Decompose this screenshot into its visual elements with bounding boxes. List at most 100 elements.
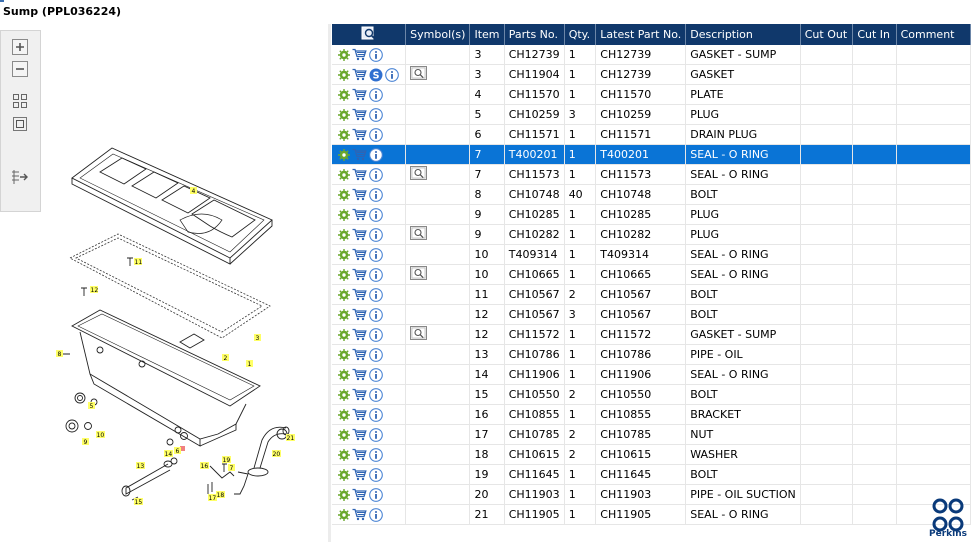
column-header-item[interactable]: Item: [469, 24, 505, 45]
table-row[interactable]: 6 CH11571 1 CH11571 DRAIN PLUG: [332, 124, 971, 145]
table-row[interactable]: 3 CH12739 1 CH12739 GASKET - SUMP: [332, 45, 971, 65]
fit-window-icon[interactable]: [11, 116, 29, 132]
table-row[interactable]: 12 CH11572 1 CH11572 GASKET - SUMP: [332, 324, 971, 345]
column-header-description[interactable]: Description: [685, 24, 801, 45]
info-icon[interactable]: [369, 247, 383, 262]
settings-gear-icon[interactable]: [338, 348, 350, 361]
settings-gear-icon[interactable]: [338, 308, 350, 321]
table-row[interactable]: 8 CH10748 40 CH10748 BOLT: [332, 184, 971, 205]
info-icon[interactable]: [369, 387, 383, 402]
cart-icon[interactable]: [352, 428, 367, 441]
info-icon[interactable]: [369, 107, 383, 122]
cart-icon[interactable]: [352, 348, 367, 361]
cart-icon[interactable]: [352, 368, 367, 381]
cart-icon[interactable]: [352, 288, 367, 301]
cart-icon[interactable]: [352, 48, 367, 61]
fit-all-icon[interactable]: [11, 93, 29, 109]
info-icon[interactable]: [369, 267, 383, 282]
info-icon[interactable]: [369, 347, 383, 362]
zoom-in-icon[interactable]: [11, 39, 29, 55]
info-icon[interactable]: [369, 427, 383, 442]
info-icon[interactable]: [369, 87, 383, 102]
table-row[interactable]: S 3 CH11904 1 CH12739 GASKET: [332, 64, 971, 85]
column-header-cut-in[interactable]: Cut In: [852, 24, 897, 45]
column-header-comment[interactable]: Comment: [896, 24, 971, 45]
settings-gear-icon[interactable]: [338, 188, 350, 201]
info-icon[interactable]: [369, 147, 383, 162]
info-icon[interactable]: [369, 367, 383, 382]
settings-gear-icon[interactable]: [338, 88, 350, 101]
column-header-parts-no[interactable]: Parts No.: [504, 24, 565, 45]
cart-icon[interactable]: [352, 88, 367, 101]
settings-gear-icon[interactable]: [338, 128, 350, 141]
cart-icon[interactable]: [352, 128, 367, 141]
table-row[interactable]: 5 CH10259 3 CH10259 PLUG: [332, 104, 971, 125]
table-row[interactable]: 4 CH11570 1 CH11570 PLATE: [332, 84, 971, 105]
supersession-s-icon[interactable]: S: [369, 68, 383, 82]
info-icon[interactable]: [385, 67, 399, 82]
panel-divider[interactable]: [328, 24, 331, 542]
table-row[interactable]: 9 CH10282 1 CH10282 PLUG: [332, 224, 971, 245]
cart-icon[interactable]: [352, 308, 367, 321]
cart-icon[interactable]: [352, 248, 367, 261]
info-icon[interactable]: [369, 327, 383, 342]
export-icon[interactable]: [11, 169, 29, 185]
cart-icon[interactable]: [352, 148, 367, 161]
column-header-cut-out[interactable]: Cut Out: [800, 24, 854, 45]
info-icon[interactable]: [369, 127, 383, 142]
zoom-out-icon[interactable]: [11, 61, 29, 77]
table-row[interactable]: 18 CH10615 2 CH10615 WASHER: [332, 444, 971, 465]
table-row[interactable]: 10 CH10665 1 CH10665 SEAL - O RING: [332, 264, 971, 285]
settings-gear-icon[interactable]: [338, 488, 350, 501]
settings-gear-icon[interactable]: [338, 208, 350, 221]
cart-icon[interactable]: [352, 388, 367, 401]
settings-gear-icon[interactable]: [338, 508, 350, 521]
settings-gear-icon[interactable]: [338, 288, 350, 301]
settings-gear-icon[interactable]: [338, 148, 350, 161]
filter-search-icon[interactable]: [361, 26, 377, 41]
settings-gear-icon[interactable]: [338, 388, 350, 401]
symbol-magnifier-icon[interactable]: [410, 166, 428, 180]
info-icon[interactable]: [369, 447, 383, 462]
cart-icon[interactable]: [352, 228, 367, 241]
cart-icon[interactable]: [352, 408, 367, 421]
settings-gear-icon[interactable]: [338, 48, 350, 61]
table-row[interactable]: 20 CH11903 1 CH11903 PIPE - OIL SUCTION: [332, 484, 971, 505]
settings-gear-icon[interactable]: [338, 248, 350, 261]
table-row[interactable]: 17 CH10785 2 CH10785 NUT: [332, 424, 971, 445]
symbol-magnifier-icon[interactable]: [410, 326, 428, 340]
table-row[interactable]: 15 CH10550 2 CH10550 BOLT: [332, 384, 971, 405]
table-row[interactable]: 11 CH10567 2 CH10567 BOLT: [332, 284, 971, 305]
info-icon[interactable]: [369, 187, 383, 202]
info-icon[interactable]: [369, 467, 383, 482]
table-row[interactable]: 14 CH11906 1 CH11906 SEAL - O RING: [332, 364, 971, 385]
settings-gear-icon[interactable]: [338, 268, 350, 281]
info-icon[interactable]: [369, 307, 383, 322]
symbol-magnifier-icon[interactable]: [410, 226, 428, 240]
table-row[interactable]: 16 CH10855 1 CH10855 BRACKET: [332, 404, 971, 425]
illustration-panel[interactable]: 4 11 12 2 3 1 8 5 6 9 10 14 13 16 19 7 1…: [0, 24, 328, 542]
cart-icon[interactable]: [352, 188, 367, 201]
settings-gear-icon[interactable]: [338, 168, 350, 181]
settings-gear-icon[interactable]: [338, 428, 350, 441]
cart-icon[interactable]: [352, 508, 367, 521]
cart-icon[interactable]: [352, 68, 367, 81]
table-row[interactable]: 21 CH11905 1 CH11905 SEAL - O RING: [332, 504, 971, 525]
settings-gear-icon[interactable]: [338, 368, 350, 381]
settings-gear-icon[interactable]: [338, 68, 350, 81]
cart-icon[interactable]: [352, 108, 367, 121]
table-row[interactable]: 7 CH11573 1 CH11573 SEAL - O RING: [332, 164, 971, 185]
info-icon[interactable]: [369, 227, 383, 242]
info-icon[interactable]: [369, 207, 383, 222]
table-row[interactable]: 10 T409314 1 T409314 SEAL - O RING: [332, 244, 971, 265]
cart-icon[interactable]: [352, 448, 367, 461]
table-row[interactable]: 13 CH10786 1 CH10786 PIPE - OIL: [332, 344, 971, 365]
info-icon[interactable]: [369, 507, 383, 522]
table-row[interactable]: 12 CH10567 3 CH10567 BOLT: [332, 304, 971, 325]
cart-icon[interactable]: [352, 488, 367, 501]
column-header-symbols[interactable]: Symbol(s): [405, 24, 471, 45]
settings-gear-icon[interactable]: [338, 228, 350, 241]
cart-icon[interactable]: [352, 468, 367, 481]
settings-gear-icon[interactable]: [338, 468, 350, 481]
info-icon[interactable]: [369, 287, 383, 302]
